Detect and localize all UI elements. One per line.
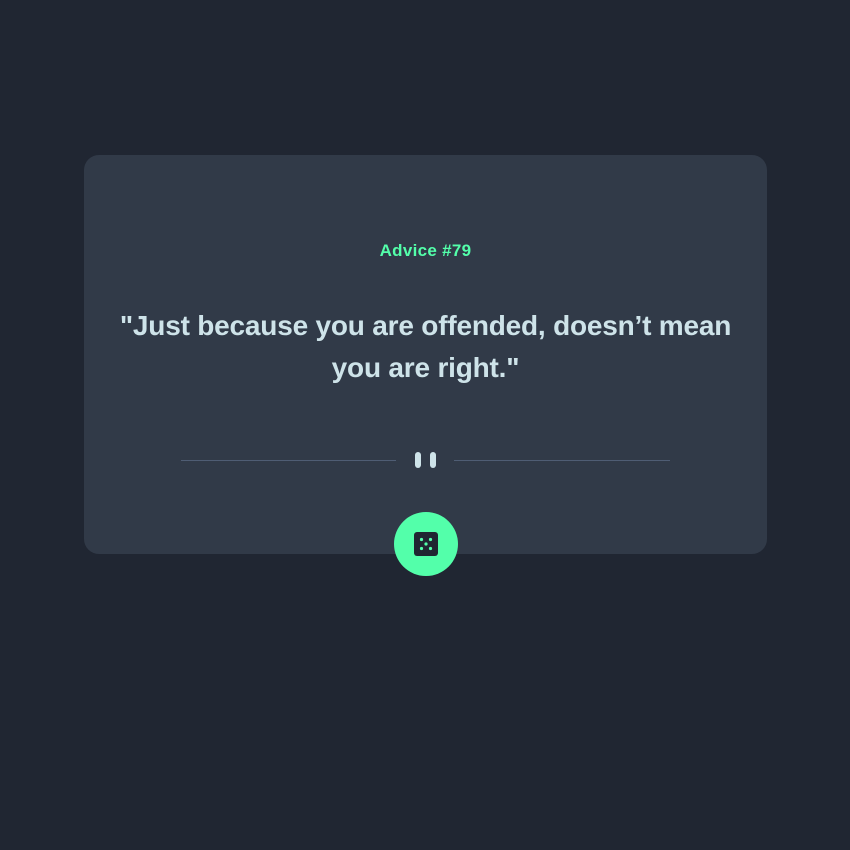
pattern-divider [181,451,670,471]
divider-line-right [454,460,670,461]
pause-icon [415,452,437,468]
advice-id-label: Advice #79 [379,241,472,260]
advice-quote: "Just because you are offended, doesn’t … [119,310,732,383]
advice-card: Advice #79 "Just because you are offende… [84,155,767,554]
pause-bar-right [430,452,436,468]
pause-bar-left [415,452,421,468]
new-advice-button[interactable] [394,512,458,576]
dice-icon [414,532,438,556]
divider-line-left [181,460,396,461]
